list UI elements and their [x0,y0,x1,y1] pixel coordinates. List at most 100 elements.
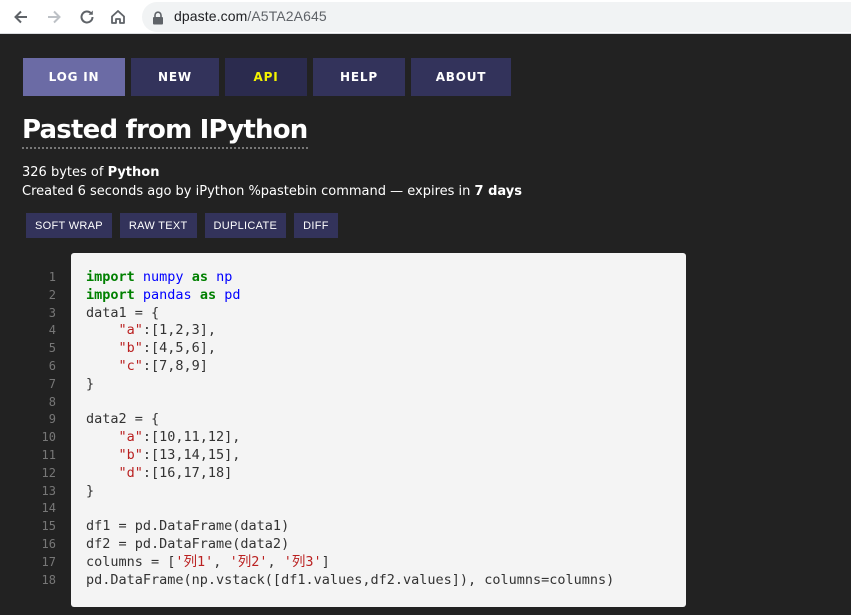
code-token: "b" [118,340,143,357]
code-token: df2 = pd.DataFrame(data2) [86,535,290,552]
forward-icon[interactable] [42,5,66,29]
bytes-text: 326 bytes of [22,165,104,180]
code-token: '列3' [283,553,322,570]
code-line: columns = ['列1', '列2', '列3'] [86,554,686,572]
code-line: } [86,483,686,501]
code-token: :[1,2,3], [142,322,217,339]
line-number: 16 [41,536,56,551]
diff-button[interactable]: DIFF [294,213,338,238]
top-nav: LOG IN NEW API HELP ABOUT [23,58,517,96]
expires-value: 7 days [474,184,523,199]
code-token: '列2' [229,553,268,570]
line-number: 7 [48,376,56,391]
code-token: :[16,17,18] [142,464,233,481]
line-number: 1 [48,270,56,284]
code-token: import [86,269,135,285]
created-text: Created 6 seconds ago by iPython %pasteb… [22,184,471,199]
line-number: 5 [48,341,56,356]
nav-about[interactable]: ABOUT [411,58,511,96]
paste-size: 326 bytes of Python [22,165,159,180]
code-line: "a":[10,11,12], [86,429,686,447]
line-number: 14 [41,501,56,516]
code-line: } [86,376,686,394]
code-token: as [191,269,208,285]
line-number: 17 [41,554,56,569]
code-line: "b":[4,5,6], [86,340,686,358]
duplicate-button[interactable]: DUPLICATE [204,213,287,238]
home-icon[interactable] [106,5,130,29]
code-block[interactable]: import numpy as np import pandas as pd dat… [71,253,686,607]
code-token: :[10,11,12], [142,429,241,446]
code-token: "a" [118,429,143,446]
code-token: data2 = { [86,411,160,428]
browser-toolbar: dpaste.com/A5TA2A645 [0,0,851,34]
code-line: data2 = { [86,411,686,429]
code-token: data1 = { [86,304,160,321]
line-number: 9 [48,412,56,427]
lock-icon [152,10,164,29]
code-token: import [86,286,135,303]
nav-login[interactable]: LOG IN [23,58,125,96]
code-line: "b":[13,14,15], [86,447,686,465]
line-number: 12 [41,465,56,480]
code-token: } [86,482,95,499]
code-line: "c":[7,8,9] [86,358,686,376]
nav-new[interactable]: NEW [131,58,219,96]
nav-help[interactable]: HELP [313,58,405,96]
code-token: numpy [142,269,184,285]
line-number: 15 [41,519,56,534]
page-title[interactable]: Pasted from IPython [22,115,308,149]
code-token: , [213,553,230,570]
code-token: "b" [118,446,143,463]
nav-api[interactable]: API [225,58,307,96]
code-token: :[13,14,15], [142,446,241,463]
raw-text-button[interactable]: RAW TEXT [119,213,197,238]
action-bar: SOFT WRAP RAW TEXT DUPLICATE DIFF [26,213,346,238]
page: LOG IN NEW API HELP ABOUT Pasted from IP… [0,35,851,615]
code-line: data1 = { [86,305,686,323]
line-number: 3 [48,305,56,320]
code-line: "d":[16,17,18] [86,465,686,483]
line-number: 4 [48,323,56,338]
line-number-gutter: 1 2 3 4 5 6 7 8 9 10 11 12 13 14 15 16 17 18 [22,269,56,589]
code-token: pd [224,286,241,303]
code-token: "a" [118,322,143,339]
code-token: :[7,8,9] [142,357,208,374]
line-number: 13 [41,483,56,498]
code-line: pd.DataFrame(np.vstack([df1.values,df2.v… [86,572,686,590]
soft-wrap-button[interactable]: SOFT WRAP [26,213,112,238]
line-number: 8 [48,394,56,409]
code-token: df1 = pd.DataFrame(data1) [86,518,290,535]
reload-icon[interactable] [75,5,99,29]
url-text: dpaste.com/A5TA2A645 [174,8,327,24]
line-number: 2 [48,287,56,302]
code-token: "c" [118,357,143,374]
code-token: np [216,269,233,285]
code-line: import pandas as pd [86,287,686,305]
code-token: "d" [118,464,143,481]
back-icon[interactable] [9,5,33,29]
code-token: columns = [ [86,553,176,570]
paste-created: Created 6 seconds ago by iPython %pasteb… [22,184,522,199]
code-token: } [86,375,95,392]
line-number: 10 [41,430,56,445]
address-bar[interactable]: dpaste.com/A5TA2A645 [142,2,851,32]
line-number: 11 [41,447,56,462]
code-line: "a":[1,2,3], [86,322,686,340]
code-line: df1 = pd.DataFrame(data1) [86,518,686,536]
code-line: import numpy as np [86,269,686,287]
language-label: Python [107,165,160,180]
